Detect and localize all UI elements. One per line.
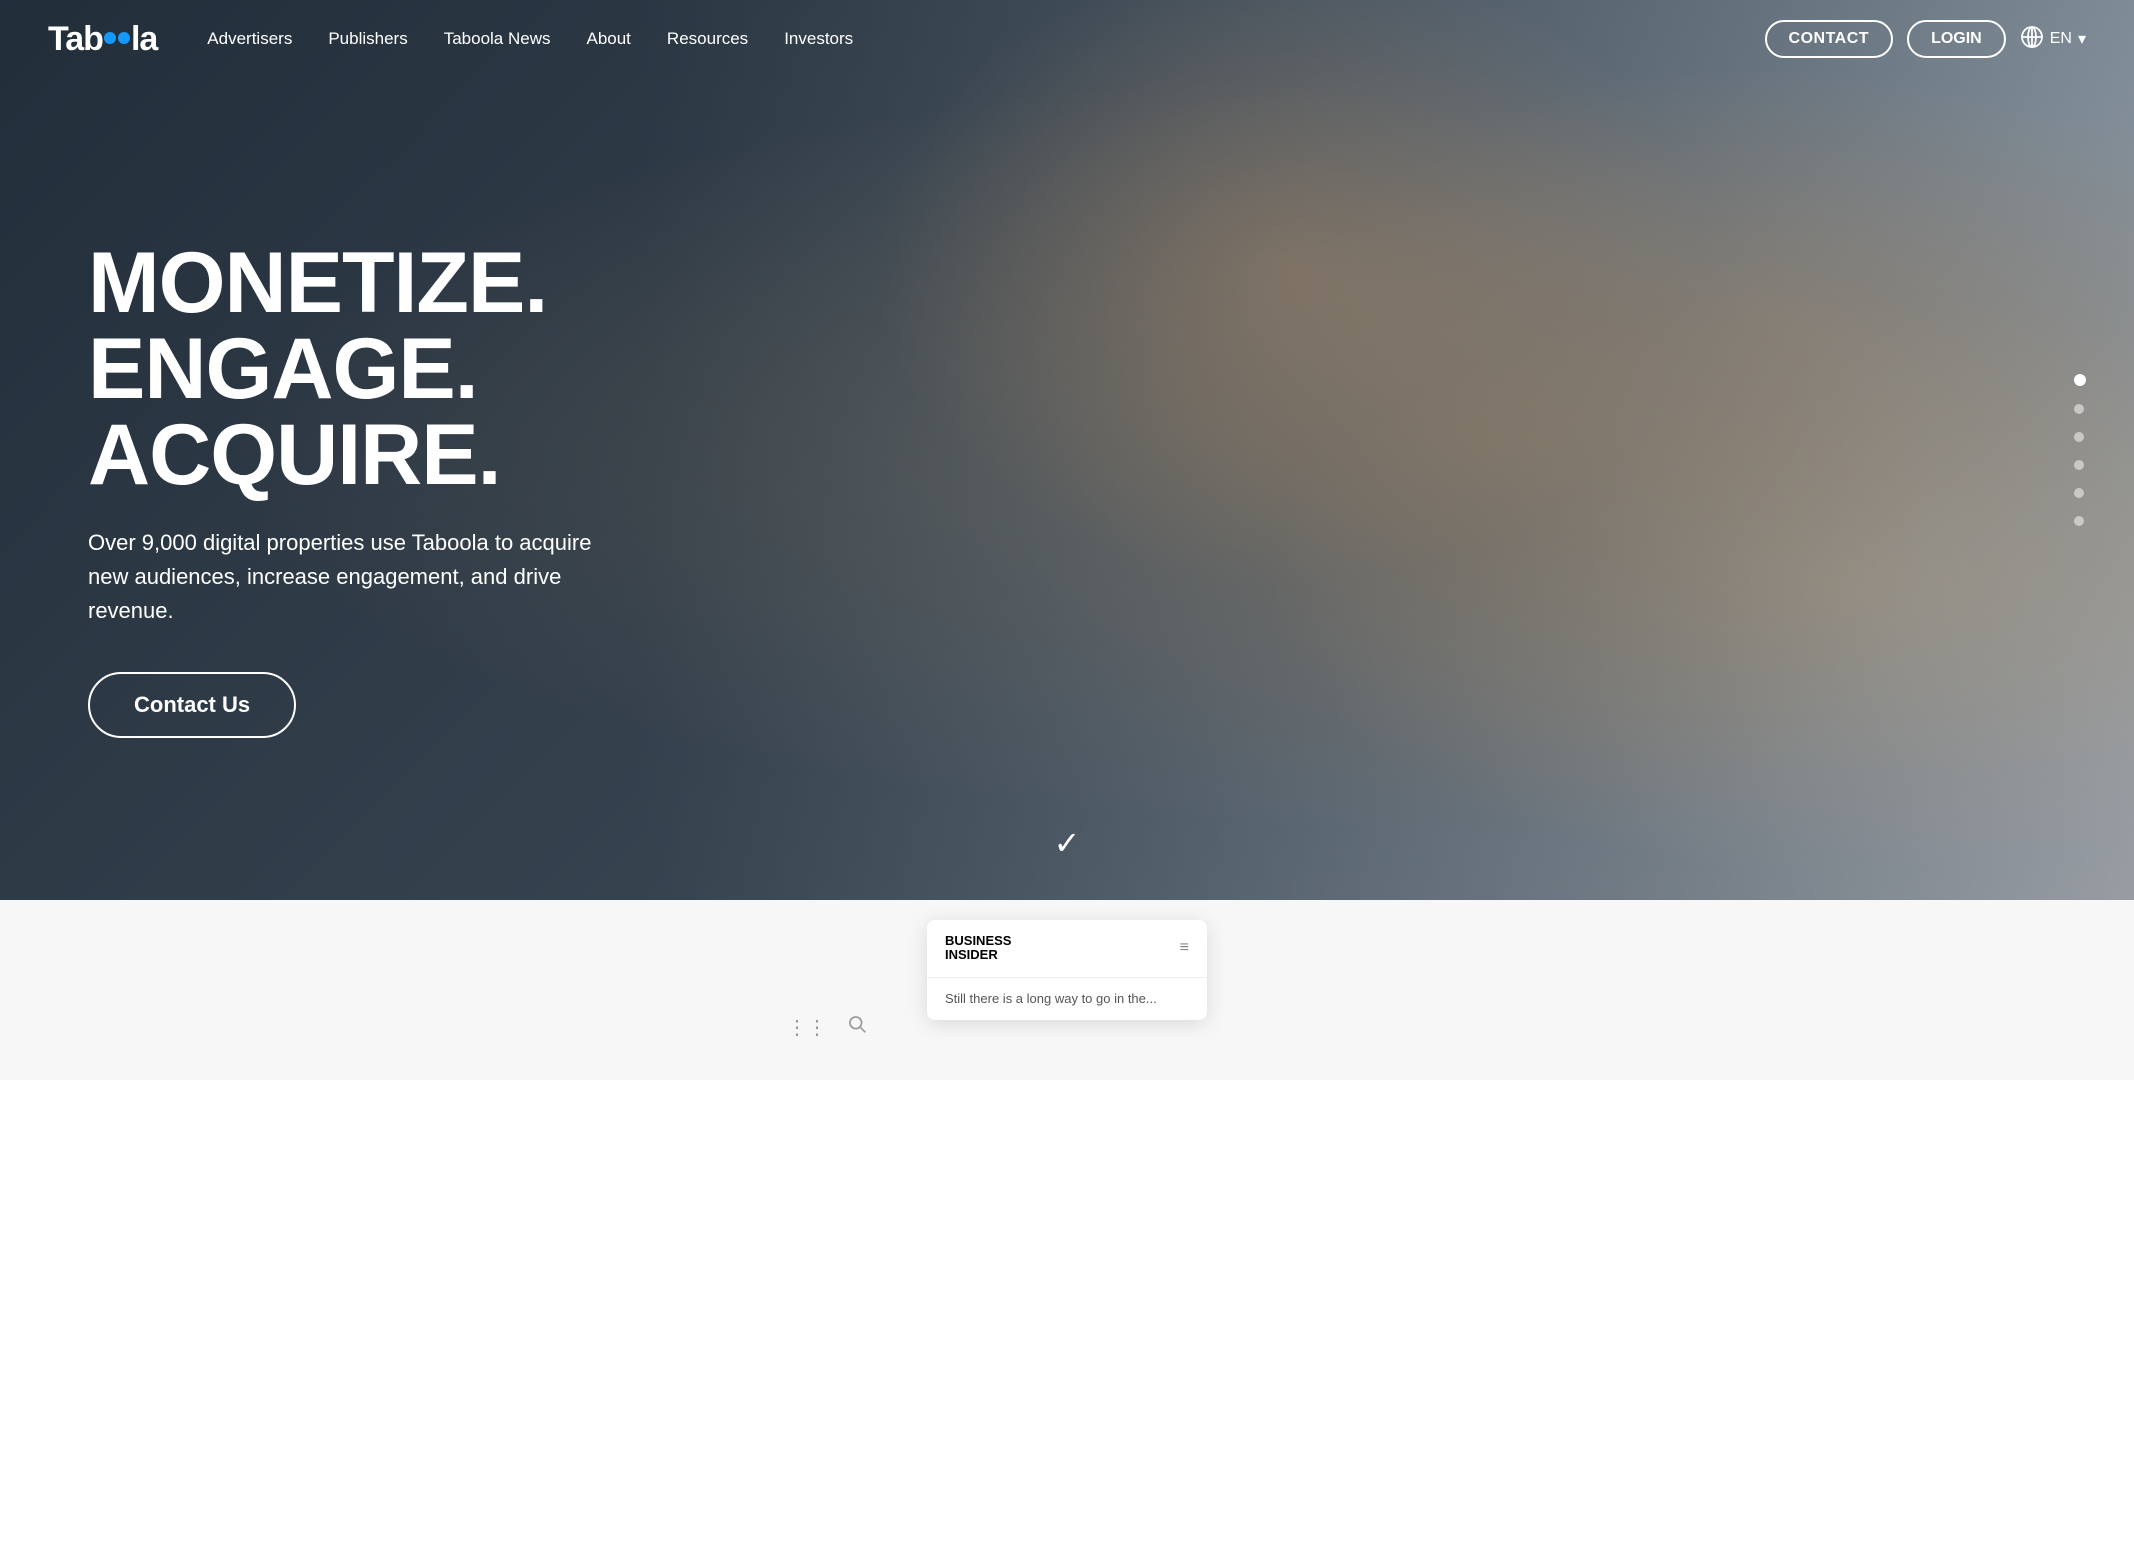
slide-dot-5[interactable]	[2074, 488, 2084, 498]
slide-dots	[2074, 374, 2086, 526]
nav-link-about[interactable]: About	[568, 21, 648, 57]
hero-contact-us-button[interactable]: Contact Us	[88, 672, 296, 738]
language-selector[interactable]: EN ▾	[2020, 25, 2086, 54]
bi-card-body: Still there is a long way to go in the..…	[927, 978, 1207, 1020]
slide-dot-1[interactable]	[2074, 374, 2086, 386]
bi-logo-line1: BUSINESS	[945, 934, 1011, 948]
nav-link-publishers[interactable]: Publishers	[310, 21, 425, 57]
nav-links: Advertisers Publishers Taboola News Abou…	[189, 21, 1764, 57]
slide-dot-2[interactable]	[2074, 404, 2084, 414]
nav-link-advertisers[interactable]: Advertisers	[189, 21, 310, 57]
hero-headline-line2: ENGAGE.	[88, 321, 478, 417]
business-insider-card: BUSINESS INSIDER ≡ Still there is a long…	[927, 920, 1207, 1020]
hero-headline-line3: ACQUIRE.	[88, 407, 500, 503]
checkmark-icon: ✓	[1054, 825, 1081, 861]
logo-dot	[104, 32, 116, 44]
hero-headline: MONETIZE. ENGAGE. ACQUIRE.	[88, 240, 608, 498]
bi-menu-icon[interactable]: ≡	[1180, 939, 1189, 957]
hero-people-image	[683, 0, 2134, 900]
bi-logo: BUSINESS INSIDER	[945, 934, 1011, 963]
chevron-down-icon: ▾	[2078, 29, 2086, 49]
nav-link-investors[interactable]: Investors	[766, 21, 871, 57]
search-icon[interactable]	[847, 1014, 867, 1040]
bottom-section: ⋮⋮ BUSINESS INSIDER ≡ Still there is a l…	[0, 900, 2134, 1080]
logo-dot-2	[118, 32, 130, 44]
navbar: Tabla Advertisers Publishers Taboola New…	[0, 0, 2134, 78]
nav-link-resources[interactable]: Resources	[649, 21, 766, 57]
nav-logo[interactable]: Tabla	[48, 20, 157, 59]
contact-button[interactable]: CONTACT	[1765, 20, 1894, 58]
language-label: EN	[2050, 30, 2072, 48]
hero-headline-line1: MONETIZE.	[88, 235, 547, 331]
slide-dot-3[interactable]	[2074, 432, 2084, 442]
slide-dot-4[interactable]	[2074, 460, 2084, 470]
bi-card-header: BUSINESS INSIDER ≡	[927, 920, 1207, 978]
grid-icon[interactable]: ⋮⋮	[787, 1015, 827, 1040]
bi-logo-line2: INSIDER	[945, 948, 1011, 962]
hero-content: MONETIZE. ENGAGE. ACQUIRE. Over 9,000 di…	[0, 162, 608, 738]
bi-card-text: Still there is a long way to go in the..…	[945, 990, 1189, 1008]
slide-dot-6[interactable]	[2074, 516, 2084, 526]
hero-section: MONETIZE. ENGAGE. ACQUIRE. Over 9,000 di…	[0, 0, 2134, 900]
nav-link-taboola-news[interactable]: Taboola News	[426, 21, 569, 57]
hero-checkmark[interactable]: ✓	[1054, 824, 1081, 862]
hero-subtext: Over 9,000 digital properties use Tabool…	[88, 526, 608, 628]
globe-icon	[2020, 25, 2044, 54]
login-button[interactable]: LOGIN	[1907, 20, 2006, 58]
logo-text: Tabla	[48, 20, 157, 59]
nav-actions: CONTACT LOGIN EN ▾	[1765, 20, 2086, 58]
